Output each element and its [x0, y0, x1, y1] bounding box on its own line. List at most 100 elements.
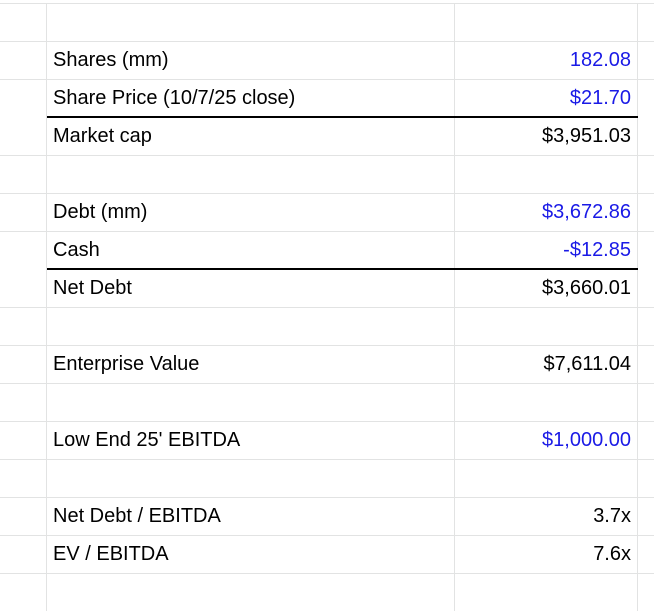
cell-a[interactable] — [0, 3, 47, 41]
cell-label[interactable] — [47, 307, 455, 345]
cell-label[interactable]: EV / EBITDA — [47, 535, 455, 573]
cell-d[interactable] — [638, 383, 654, 421]
row-value: $3,672.86 — [542, 201, 631, 223]
cell-value[interactable]: -$12.85 — [455, 231, 638, 269]
cell-value[interactable] — [455, 3, 638, 41]
cell-label[interactable]: Net Debt — [47, 269, 455, 307]
cell-value[interactable] — [455, 383, 638, 421]
row-label: Net Debt / EBITDA — [53, 505, 221, 527]
gridline — [0, 345, 654, 346]
gridline — [0, 79, 654, 80]
cell-value[interactable] — [455, 459, 638, 497]
cell-value[interactable]: $7,611.04 — [455, 345, 638, 383]
cell-label[interactable]: Shares (mm) — [47, 41, 455, 79]
gridline — [0, 41, 654, 42]
row-value: 182.08 — [569, 49, 631, 71]
cell-value[interactable]: $3,951.03 — [455, 117, 638, 155]
spreadsheet-grid: Shares (mm) 182.08 Share Price (10/7/25 … — [0, 0, 654, 611]
sheet-row-blank — [0, 573, 654, 611]
cell-d[interactable] — [638, 41, 654, 79]
cell-value[interactable]: $3,672.86 — [455, 193, 638, 231]
cell-label[interactable] — [47, 3, 455, 41]
cell-label[interactable]: Cash — [47, 231, 455, 269]
cell-a[interactable] — [0, 269, 47, 307]
cell-d[interactable] — [638, 117, 654, 155]
cell-d[interactable] — [638, 3, 654, 41]
cell-a[interactable] — [0, 459, 47, 497]
row-label: Debt (mm) — [53, 201, 148, 223]
row-value: 3.7x — [593, 505, 631, 527]
sheet-row-enterprise-value: Enterprise Value $7,611.04 — [0, 345, 654, 383]
cell-label[interactable] — [47, 459, 455, 497]
sheet-row-ebitda: Low End 25' EBITDA $1,000.00 — [0, 421, 654, 459]
sheet-row-blank — [0, 307, 654, 345]
row-label: Enterprise Value — [53, 353, 200, 375]
cell-label[interactable]: Debt (mm) — [47, 193, 455, 231]
cell-a[interactable] — [0, 497, 47, 535]
gridline — [0, 155, 654, 156]
cell-d[interactable] — [638, 535, 654, 573]
gridline — [0, 307, 654, 308]
cell-value[interactable]: $1,000.00 — [455, 421, 638, 459]
cell-label[interactable] — [47, 383, 455, 421]
gridline — [0, 535, 654, 536]
cell-label[interactable]: Low End 25' EBITDA — [47, 421, 455, 459]
row-value: $7,611.04 — [543, 353, 632, 375]
cell-a[interactable] — [0, 79, 47, 117]
cell-d[interactable] — [638, 155, 654, 193]
cell-label[interactable]: Enterprise Value — [47, 345, 455, 383]
gridline — [0, 383, 654, 384]
cell-d[interactable] — [638, 345, 654, 383]
cell-value[interactable]: 182.08 — [455, 41, 638, 79]
row-value: $21.70 — [569, 87, 631, 109]
cell-value[interactable]: $3,660.01 — [455, 269, 638, 307]
cell-value[interactable]: $21.70 — [455, 79, 638, 117]
sheet-row-blank — [0, 3, 654, 41]
cell-a[interactable] — [0, 307, 47, 345]
row-value: -$12.85 — [563, 239, 631, 261]
gridline — [0, 3, 654, 4]
cell-d[interactable] — [638, 421, 654, 459]
cell-a[interactable] — [0, 573, 47, 611]
row-value: $3,660.01 — [542, 277, 631, 299]
sheet-row-cash: Cash -$12.85 — [0, 231, 654, 269]
cell-a[interactable] — [0, 535, 47, 573]
row-label: Cash — [53, 239, 100, 261]
cell-value[interactable]: 3.7x — [455, 497, 638, 535]
cell-value[interactable] — [455, 307, 638, 345]
cell-d[interactable] — [638, 231, 654, 269]
cell-a[interactable] — [0, 345, 47, 383]
cell-label[interactable]: Net Debt / EBITDA — [47, 497, 455, 535]
sheet-row-blank — [0, 383, 654, 421]
total-border — [47, 116, 638, 118]
gridline — [0, 193, 654, 194]
cell-a[interactable] — [0, 383, 47, 421]
cell-a[interactable] — [0, 41, 47, 79]
cell-a[interactable] — [0, 155, 47, 193]
sheet-row-share-price: Share Price (10/7/25 close) $21.70 — [0, 79, 654, 117]
cell-label[interactable]: Share Price (10/7/25 close) — [47, 79, 455, 117]
cell-d[interactable] — [638, 269, 654, 307]
cell-a[interactable] — [0, 117, 47, 155]
cell-d[interactable] — [638, 307, 654, 345]
sheet-row-debt: Debt (mm) $3,672.86 — [0, 193, 654, 231]
cell-label[interactable]: Market cap — [47, 117, 455, 155]
cell-label[interactable] — [47, 155, 455, 193]
gridline — [0, 421, 654, 422]
sheet-row-ev-ebitda: EV / EBITDA 7.6x — [0, 535, 654, 573]
cell-d[interactable] — [638, 497, 654, 535]
cell-d[interactable] — [638, 79, 654, 117]
sheet-row-net-debt: Net Debt $3,660.01 — [0, 269, 654, 307]
cell-value[interactable] — [455, 573, 638, 611]
cell-a[interactable] — [0, 193, 47, 231]
cell-value[interactable]: 7.6x — [455, 535, 638, 573]
cell-d[interactable] — [638, 193, 654, 231]
gridline — [0, 231, 654, 232]
cell-label[interactable] — [47, 573, 455, 611]
cell-d[interactable] — [638, 459, 654, 497]
cell-value[interactable] — [455, 155, 638, 193]
cell-a[interactable] — [0, 231, 47, 269]
gridline — [0, 459, 654, 460]
cell-a[interactable] — [0, 421, 47, 459]
cell-d[interactable] — [638, 573, 654, 611]
